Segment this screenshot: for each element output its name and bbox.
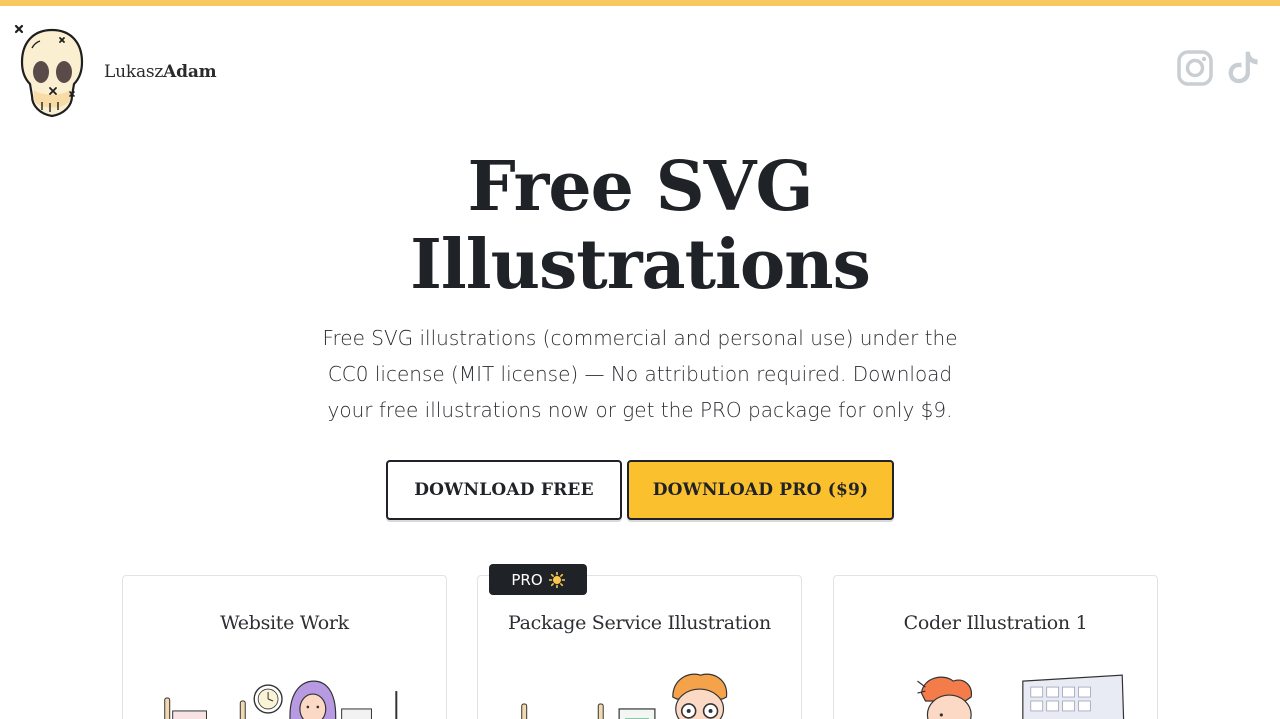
brand-home-link[interactable]: LukaszAdam [14,22,217,122]
instagram-link[interactable] [1176,48,1214,88]
hero-description: Free SVG illustrations (commercial and p… [322,326,958,422]
tiktok-link[interactable] [1226,48,1264,88]
page-title: Free SVG Illustrations [410,147,871,305]
pro-badge: PRO [489,564,587,595]
coder-illustration [917,674,1125,719]
download-free-button[interactable]: DOWNLOAD FREE [386,460,622,520]
top-accent-bar [0,0,1280,6]
card-coder-illustration[interactable]: Coder Illustration 1 [833,575,1158,719]
instagram-icon [1177,50,1213,86]
card-website-work[interactable]: Website Work [122,575,447,719]
card-title: Package Service Illustration [508,612,771,634]
pro-badge-label: PRO [511,570,543,589]
website-work-illustration [164,680,398,719]
skull-icon [14,24,84,118]
package-service-illustration [521,673,728,719]
tiktok-icon [1228,51,1258,84]
brand-name: LukaszAdam [104,62,217,82]
card-package-service[interactable]: Package Service Illustration [477,575,802,719]
download-pro-button[interactable]: DOWNLOAD PRO ($9) [627,460,894,520]
card-title: Website Work [220,612,349,634]
sun-icon [548,571,565,588]
social-links [1176,48,1264,88]
card-title: Coder Illustration 1 [903,612,1088,634]
